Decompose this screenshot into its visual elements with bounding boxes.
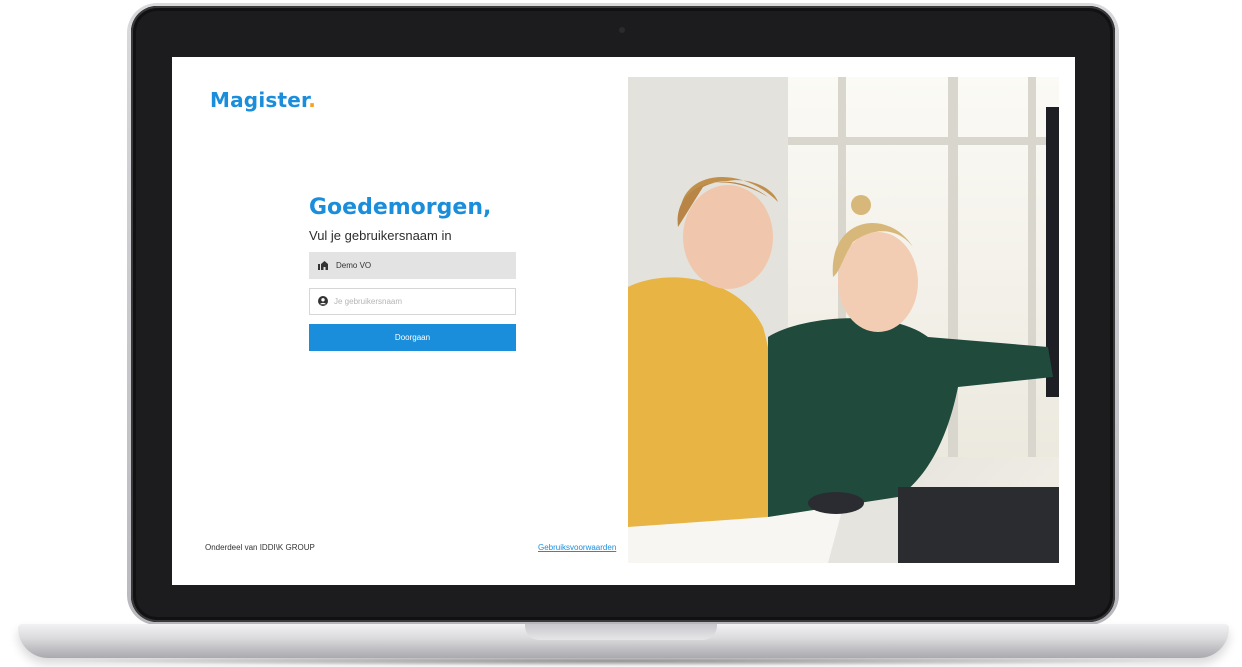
laptop-notch	[525, 624, 717, 640]
screen: Magister. Goedemorgen, Vul je gebruikers…	[172, 57, 1075, 585]
username-field[interactable]	[309, 288, 516, 315]
school-selector[interactable]: Demo VO	[309, 252, 516, 279]
continue-button[interactable]: Doorgaan	[309, 324, 516, 351]
school-name: Demo VO	[336, 261, 372, 270]
students-at-computer-photo	[628, 77, 1059, 563]
school-icon	[318, 257, 329, 275]
username-input[interactable]	[334, 297, 504, 306]
terms-link[interactable]: Gebruiksvoorwaarden	[538, 543, 616, 552]
user-icon	[318, 293, 328, 311]
magister-logo: Magister.	[210, 88, 316, 112]
greeting-title: Goedemorgen,	[309, 195, 492, 220]
logo-dot: .	[308, 88, 317, 112]
login-subtitle: Vul je gebruikersnaam in	[309, 228, 452, 243]
group-footer-text: Onderdeel van IDDI\K GROUP	[205, 543, 315, 552]
logo-text: Magister	[210, 88, 309, 112]
webcam	[619, 27, 625, 33]
